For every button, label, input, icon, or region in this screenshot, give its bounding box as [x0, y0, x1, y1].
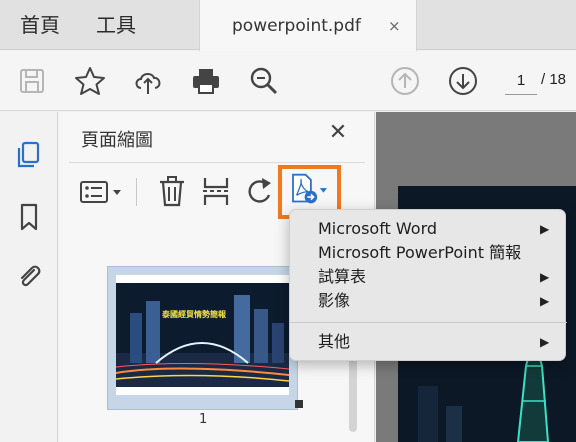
tab-bar: 首頁 工具 powerpoint.pdf × [0, 0, 576, 51]
page-down-icon[interactable] [447, 65, 479, 97]
menu-item-image[interactable]: 影像 ▶ [290, 290, 567, 312]
panel-divider [69, 162, 365, 163]
menu-item-other[interactable]: 其他 ▶ [290, 331, 567, 353]
rotate-icon[interactable] [245, 174, 275, 208]
submenu-arrow-icon: ▶ [540, 222, 550, 236]
close-tab-button[interactable]: × [388, 0, 401, 52]
menu-item-label: Microsoft Word [318, 219, 438, 238]
search-zoom-icon[interactable] [248, 65, 280, 97]
home-tab[interactable]: 首頁 [20, 0, 60, 50]
page-total-label: / 18 [541, 71, 567, 88]
left-rail [0, 112, 58, 442]
toolbar-separator [136, 178, 137, 206]
toolbar: / 18 [0, 51, 576, 111]
menu-item-label: Microsoft PowerPoint 簡報 [318, 243, 522, 262]
menu-separator [290, 322, 567, 323]
panel-title: 頁面縮圖 [81, 130, 153, 151]
submenu-arrow-icon: ▶ [540, 270, 550, 284]
close-panel-button[interactable]: ✕ [325, 120, 351, 145]
menu-item-word[interactable]: Microsoft Word ▶ [290, 218, 567, 240]
page-number-input[interactable] [505, 67, 537, 95]
document-tab[interactable]: powerpoint.pdf × [199, 0, 417, 51]
bookmark-star-icon[interactable] [74, 65, 106, 97]
delete-icon[interactable] [157, 174, 187, 208]
page-up-icon[interactable] [389, 65, 421, 97]
menu-item-label: 影像 [318, 291, 351, 310]
export-menu: Microsoft Word ▶ Microsoft PowerPoint 簡報… [289, 209, 567, 361]
menu-item-label: 其他 [318, 332, 351, 351]
page-thumbnails-icon[interactable] [14, 140, 44, 170]
upload-cloud-icon[interactable] [132, 65, 164, 97]
menu-item-label: 試算表 [318, 267, 367, 286]
attachments-icon[interactable] [14, 262, 44, 292]
thumbnail-page-number: 1 [199, 412, 208, 427]
submenu-arrow-icon: ▶ [540, 335, 550, 349]
menu-item-powerpoint[interactable]: Microsoft PowerPoint 簡報 [290, 242, 567, 264]
submenu-arrow-icon: ▶ [540, 294, 550, 308]
thumbnail-slide-title: 泰國經貿情勢簡報 [162, 310, 226, 319]
thumbnail-slide: 泰國經貿情勢簡報 [116, 275, 303, 408]
print-icon[interactable] [190, 65, 222, 97]
document-tab-title: powerpoint.pdf [232, 16, 361, 36]
menu-item-spreadsheet[interactable]: 試算表 ▶ [290, 266, 567, 288]
thumbnail-options-icon[interactable] [79, 174, 125, 208]
bookmarks-icon[interactable] [14, 202, 44, 232]
save-icon[interactable] [16, 65, 48, 97]
thumbnail-image [116, 283, 289, 387]
thumbnail-resize-handle[interactable] [295, 400, 303, 408]
tools-tab[interactable]: 工具 [96, 0, 136, 50]
page-thumbnail[interactable]: 泰國經貿情勢簡報 [107, 266, 303, 410]
extract-icon[interactable] [201, 174, 231, 208]
